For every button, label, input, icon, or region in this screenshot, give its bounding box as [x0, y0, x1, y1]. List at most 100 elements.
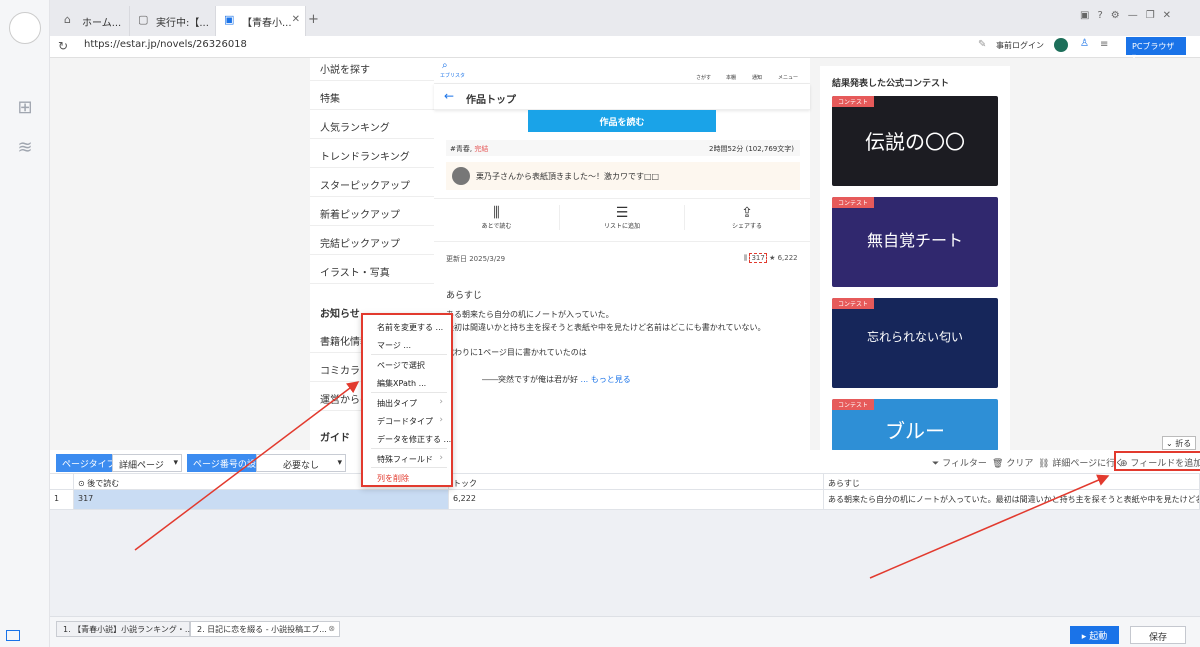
menu-item-select-on-page[interactable]: ページで選択	[363, 355, 451, 374]
genre-tag[interactable]: #青春	[450, 145, 470, 153]
tab-home[interactable]: ⌂ ホーム...	[56, 6, 130, 36]
synopsis-title: あらすじ	[446, 291, 482, 301]
menu-label: 小説を探す	[320, 65, 370, 76]
menu-item-rename[interactable]: 名前を変更する ...	[363, 317, 451, 336]
tag-row: #青春, 完結 2時間52分 (102,769文字)	[446, 140, 800, 156]
menu-label: 新着ピックアップ	[320, 210, 400, 221]
run-button[interactable]: ▸ 起動	[1070, 626, 1119, 644]
extension-icon[interactable]	[1054, 38, 1068, 52]
window-controls[interactable]: ▣?⚙—❐✕	[1080, 10, 1179, 21]
page-type-select[interactable]: 詳細ページ ▾	[112, 454, 182, 472]
layers-icon[interactable]: ≋	[15, 138, 35, 158]
menu-item-delete-column[interactable]: 列を削除	[363, 468, 451, 487]
clear-label: クリア	[1006, 459, 1034, 469]
page-icon: ▣	[224, 13, 235, 26]
table-cell[interactable]: 317	[74, 490, 449, 509]
menu-item-extract-type[interactable]: 抽出タイプ ›	[363, 393, 451, 412]
page-number-value: 必要なし	[282, 461, 319, 471]
menu-label: 人気ランキング	[320, 123, 390, 134]
user-icon[interactable]: ♙	[1080, 38, 1089, 49]
reload-icon[interactable]: ↻	[58, 39, 68, 53]
login-button[interactable]: 事前ログイン	[996, 40, 1044, 51]
collapse-label: 折る	[1175, 439, 1192, 448]
menu-label: マージ ...	[377, 341, 412, 350]
nav-search[interactable]: さがす	[696, 74, 711, 81]
save-button[interactable]: 保存	[1130, 626, 1186, 644]
back-arrow-icon[interactable]: ←	[444, 89, 454, 103]
row-number-header	[50, 474, 74, 489]
menu-item-modify-data[interactable]: データを修正する ...	[363, 429, 451, 448]
menu-item-edit-xpath[interactable]: 編集XPath ...	[363, 373, 451, 392]
tab-bar: ⌂ ホーム... ▢ 実行中:【... ▣ 【青春小... ✕ + ▣?⚙—❐✕	[50, 0, 1200, 36]
browser-label: PCブラウザ	[1132, 42, 1175, 51]
author-notice[interactable]: 栗乃子さんから表紙頂きました〜！激カワです□□	[446, 162, 800, 190]
site-header: ⌕ エブリスタ さがす 本棚 通知 メニュー	[434, 58, 810, 84]
synopsis: ある朝来たら自分の机にノートが入っていた。 最初は間違いかと持ち主を探そうと表紙…	[446, 308, 806, 386]
contest-banner[interactable]: コンテスト 無自覚チート	[832, 197, 998, 287]
menu-label: 抽出タイプ	[377, 399, 417, 408]
site-logo[interactable]: エブリスタ	[440, 72, 465, 79]
share-button[interactable]: ⇪ シェアする	[684, 205, 809, 230]
contest-tag: コンテスト	[832, 197, 875, 208]
filter-icon: ⏷	[932, 459, 940, 469]
add-list-button[interactable]: ☰ リストに追加	[559, 205, 684, 230]
read-button[interactable]: 作品を読む	[528, 110, 716, 132]
column-header[interactable]: トック	[449, 474, 824, 489]
read-later-button[interactable]: ⫼ あとで読む	[434, 205, 559, 230]
bookmark-count[interactable]: 317	[749, 253, 767, 263]
go-detail-button[interactable]: ⛓ 詳細ページに行く	[1038, 456, 1124, 469]
menu-item-decode-type[interactable]: デコードタイプ ›	[363, 411, 451, 430]
task-tab[interactable]: 1. 【青春小説】小説ランキング・...	[56, 621, 193, 637]
mail-icon[interactable]	[6, 630, 20, 641]
task-tab-active[interactable]: 2. 日記に恋を綴る - 小説投稿エブ... ⊗	[190, 621, 340, 637]
context-menu: 名前を変更する ... マージ ... ページで選択 編集XPath ... 抽…	[361, 313, 453, 487]
contest-banner[interactable]: コンテスト ブルー	[832, 399, 998, 450]
menu-icon[interactable]: ≡	[1100, 39, 1108, 50]
tab-active[interactable]: ▣ 【青春小... ✕	[216, 6, 306, 36]
chevron-right-icon: ›	[439, 415, 443, 425]
nav-notice[interactable]: 通知	[752, 74, 762, 81]
menu-label: スターピックアップ	[320, 181, 410, 192]
new-tab-icon[interactable]: +	[308, 12, 319, 27]
chevron-right-icon: ›	[439, 397, 443, 407]
url-field[interactable]: https://estar.jp/novels/26326018	[84, 39, 247, 50]
new-task-icon[interactable]: ⊞	[15, 98, 35, 118]
bookshelf-icon: ⫼	[493, 205, 500, 221]
contest-tag: コンテスト	[832, 399, 875, 410]
contest-tag: コンテスト	[832, 298, 875, 309]
play-icon: ▸	[1081, 632, 1087, 642]
page-header: ← 作品トップ	[434, 84, 810, 110]
tab-running[interactable]: ▢ 実行中:【...	[130, 6, 216, 36]
column-header[interactable]: あらすじ	[824, 474, 1200, 489]
menu-item-merge[interactable]: マージ ...	[363, 335, 451, 354]
table-cell[interactable]: 6,222	[449, 490, 824, 509]
filter-button[interactable]: ⏷ フィルター	[932, 456, 987, 469]
menu-item-special-field[interactable]: 特殊フィールド ›	[363, 449, 451, 468]
contest-column: 結果発表した公式コンテスト コンテスト 伝説の〇〇 コンテスト 無自覚チート コンテ…	[820, 66, 1010, 450]
table-cell[interactable]: ある朝来たら自分の机にノートが入っていた。最初は間違いかと持ち主を探そうと表紙や…	[824, 490, 1200, 509]
menu-label: お知らせ	[320, 309, 360, 320]
menu-label: 特殊フィールド	[377, 455, 433, 464]
menu-label: ページで選択	[377, 361, 425, 370]
action-label: リストに追加	[603, 223, 640, 230]
page-number-select[interactable]: 必要なし ▾	[256, 454, 346, 472]
close-icon[interactable]: ⊗	[328, 624, 335, 633]
chevron-right-icon: ›	[439, 453, 443, 463]
link-icon: ⛓	[1038, 459, 1050, 469]
collapse-button[interactable]: ⌄ 折る	[1162, 436, 1196, 450]
contest-banner[interactable]: コンテスト 忘れられない匂い	[832, 298, 998, 388]
browser-select[interactable]: PCブラウザ ▾	[1126, 37, 1186, 61]
nav-bookshelf[interactable]: 本棚	[726, 74, 736, 81]
more-link[interactable]: ... もっと見る	[581, 375, 631, 384]
add-field-label: フィールドを追加	[1130, 459, 1200, 469]
edit-icon[interactable]: ✎	[978, 39, 986, 50]
menu-label: イラスト・写真	[320, 268, 390, 279]
clear-button[interactable]: 🗑 クリア	[992, 456, 1033, 469]
contest-banner[interactable]: コンテスト 伝説の〇〇	[832, 96, 998, 186]
banner-title: ブルー	[885, 419, 945, 443]
close-icon[interactable]: ✕	[292, 14, 300, 25]
search-icon[interactable]: ⌕	[442, 60, 448, 71]
panel-toolbar: ページタイプ 詳細ページ ▾ ページ番号の設定 必要なし ▾ ⏷ フィルター 🗑 ク…	[50, 450, 1200, 474]
nav-menu[interactable]: メニュー	[778, 74, 798, 81]
add-field-button[interactable]: ⊕ フィールドを追加	[1114, 451, 1200, 471]
